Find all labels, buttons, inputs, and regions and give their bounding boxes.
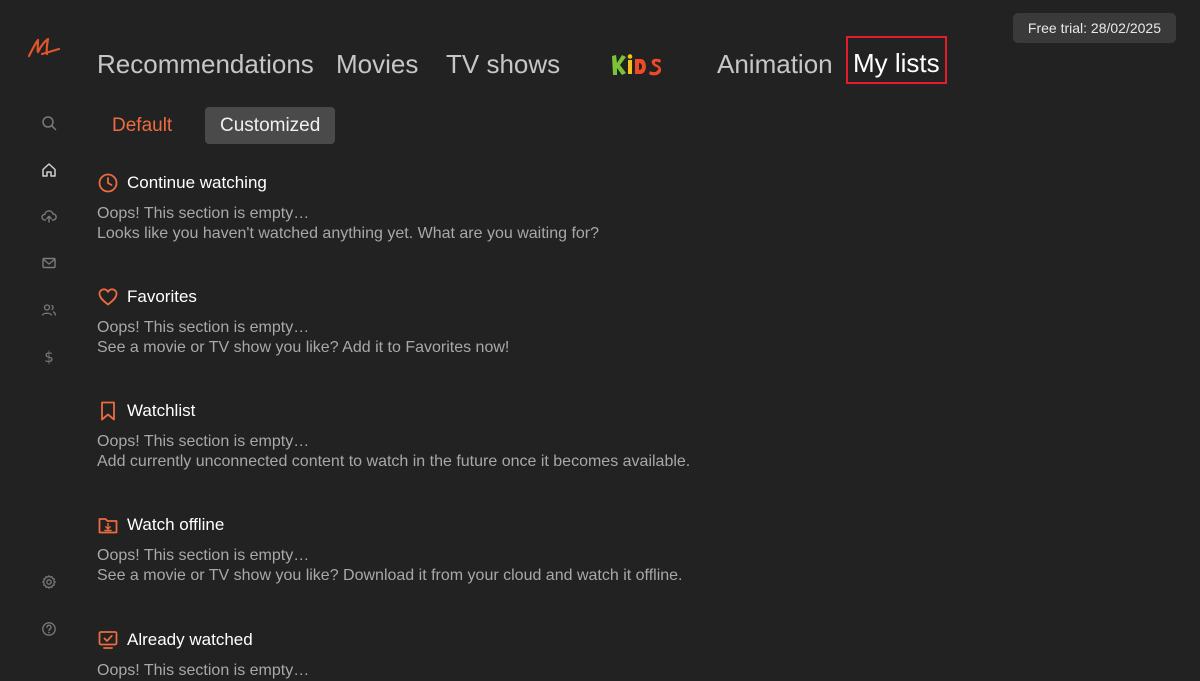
section-already-watched: Already watched Oops! This section is em…: [97, 628, 309, 681]
mail-icon[interactable]: [38, 252, 60, 274]
section-continue-watching: Continue watching Oops! This section is …: [97, 171, 599, 244]
section-watchlist: Watchlist Oops! This section is empty… A…: [97, 399, 690, 472]
empty-hint: Looks like you haven't watched anything …: [97, 225, 600, 242]
help-icon[interactable]: [38, 618, 60, 640]
sidebar: $: [0, 0, 96, 674]
dollar-glyph: $: [44, 348, 54, 366]
empty-message: Oops! This section is empty…: [97, 547, 310, 564]
search-icon[interactable]: [38, 112, 60, 134]
tab-kids[interactable]: [609, 50, 669, 80]
free-trial-badge[interactable]: Free trial: 28/02/2025: [1012, 13, 1176, 43]
section-title[interactable]: Already watched: [127, 630, 253, 650]
heart-icon: [98, 288, 118, 306]
dollar-icon[interactable]: $: [38, 346, 60, 368]
bookmark-icon: [101, 401, 115, 421]
tab-tv-shows[interactable]: TV shows: [446, 46, 560, 82]
empty-message: Oops! This section is empty…: [97, 662, 310, 679]
logo-mark-icon: [27, 37, 61, 58]
section-title[interactable]: Watch offline: [127, 515, 224, 535]
section-favorites: Favorites Oops! This section is empty… S…: [97, 285, 509, 358]
subtab-customized[interactable]: Customized: [205, 107, 336, 144]
empty-hint: Add currently unconnected content to wat…: [97, 453, 691, 470]
tab-movies[interactable]: Movies: [336, 46, 418, 82]
empty-hint: See a movie or TV show you like? Add it …: [97, 339, 510, 356]
section-title[interactable]: Favorites: [127, 287, 197, 307]
section-watch-offline: Watch offline Oops! This section is empt…: [97, 513, 682, 586]
section-title[interactable]: Continue watching: [127, 173, 267, 193]
cloud-upload-icon[interactable]: [38, 205, 60, 227]
tab-animation[interactable]: Animation: [717, 46, 833, 82]
empty-message: Oops! This section is empty…: [97, 319, 310, 336]
tab-my-lists[interactable]: My lists: [846, 36, 947, 84]
empty-message: Oops! This section is empty…: [97, 433, 310, 450]
download-folder-icon: [98, 518, 118, 534]
app-logo[interactable]: [26, 34, 62, 62]
home-icon[interactable]: [38, 159, 60, 181]
subtab-default[interactable]: Default: [97, 107, 187, 144]
tab-recommendations[interactable]: Recommendations: [97, 46, 314, 82]
gear-icon[interactable]: [38, 571, 60, 593]
kids-logo-icon: [612, 54, 662, 76]
users-icon[interactable]: [38, 299, 60, 321]
empty-hint: See a movie or TV show you like? Downloa…: [97, 567, 683, 584]
watched-tv-icon: [98, 631, 118, 649]
section-title[interactable]: Watchlist: [127, 401, 195, 421]
clock-icon: [98, 173, 118, 193]
empty-message: Oops! This section is empty…: [97, 205, 310, 222]
